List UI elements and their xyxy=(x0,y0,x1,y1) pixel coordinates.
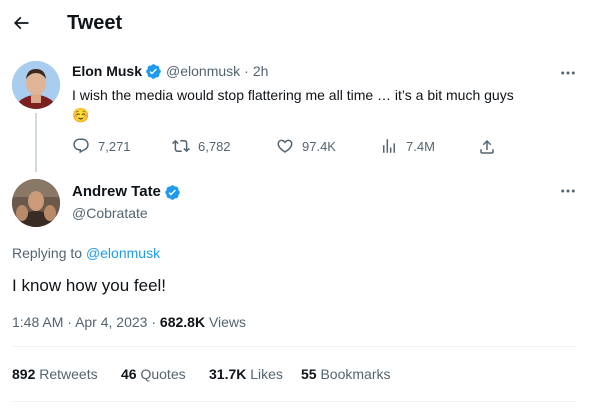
replying-to-label: Replying to xyxy=(12,245,83,261)
retweet-button[interactable]: 6,782 xyxy=(172,137,231,155)
bookmarks-label: Bookmarks xyxy=(320,366,391,382)
retweets-count: 892 xyxy=(12,366,36,382)
parent-more-button[interactable] xyxy=(556,64,580,82)
like-button[interactable]: 97.4K xyxy=(276,137,336,155)
verified-badge-icon xyxy=(164,184,181,201)
main-tweet-text: I know how you feel! xyxy=(12,276,167,295)
quotes-count: 46 xyxy=(121,366,137,382)
view-count: 7.4M xyxy=(406,138,435,154)
arrow-left-icon xyxy=(13,16,29,30)
verified-badge-icon xyxy=(145,63,162,80)
reply-button[interactable]: 7,271 xyxy=(72,137,131,155)
share-icon xyxy=(480,139,494,154)
views-separator: · xyxy=(151,314,157,330)
parent-author-row: Elon Musk @elonmusk · 2h xyxy=(72,62,268,80)
main-more-button[interactable] xyxy=(556,182,580,200)
likes-label: Likes xyxy=(250,366,283,382)
date-separator: · xyxy=(67,314,72,330)
back-button[interactable] xyxy=(6,8,36,38)
parent-author-name[interactable]: Elon Musk xyxy=(72,62,142,80)
replying-to-handle[interactable]: @elonmusk xyxy=(86,245,160,261)
parent-separator: · xyxy=(244,63,249,79)
reply-icon xyxy=(73,138,89,154)
share-button[interactable] xyxy=(477,137,497,157)
quotes-label: Quotes xyxy=(140,366,186,382)
replying-to: Replying to @elonmusk xyxy=(12,244,160,262)
heart-icon xyxy=(277,139,293,153)
likes-stat[interactable]: 31.7K Likes xyxy=(209,366,283,382)
bookmarks-count: 55 xyxy=(301,366,317,382)
main-handle[interactable]: @Cobratate xyxy=(72,204,148,222)
analytics-icon xyxy=(383,139,395,153)
retweets-stat[interactable]: 892 Retweets xyxy=(12,366,98,382)
smiling-face-emoji: ☺️ xyxy=(72,107,90,123)
main-author-name[interactable]: Andrew Tate xyxy=(72,183,161,201)
quotes-stat[interactable]: 46 Quotes xyxy=(121,366,186,382)
parent-avatar[interactable] xyxy=(12,61,60,109)
main-author-row: Andrew Tate xyxy=(72,183,181,201)
parent-time[interactable]: 2h xyxy=(253,62,269,80)
more-horizontal-icon xyxy=(561,189,575,193)
tweet-date[interactable]: Apr 4, 2023 xyxy=(75,314,147,330)
reply-count: 7,271 xyxy=(98,138,131,154)
likes-count: 31.7K xyxy=(209,366,247,382)
thread-line xyxy=(35,113,37,172)
retweet-icon xyxy=(172,139,190,153)
divider-top xyxy=(12,346,576,347)
tweet-meta: 1:48 AM · Apr 4, 2023 · 682.8K Views xyxy=(12,313,246,331)
like-count: 97.4K xyxy=(302,138,336,154)
bookmarks-stat[interactable]: 55 Bookmarks xyxy=(301,366,391,382)
retweet-count: 6,782 xyxy=(198,138,231,154)
parent-handle[interactable]: @elonmusk xyxy=(166,62,240,80)
views-label: Views xyxy=(208,314,247,330)
main-avatar[interactable] xyxy=(12,179,60,227)
parent-text: I wish the media would stop flattering m… xyxy=(72,87,514,103)
more-horizontal-icon xyxy=(561,71,575,75)
divider-bottom xyxy=(12,401,576,402)
views-button[interactable]: 7.4M xyxy=(380,137,435,155)
tweet-time[interactable]: 1:48 AM xyxy=(12,314,63,330)
views-count: 682.8K xyxy=(159,314,206,330)
page-title: Tweet xyxy=(67,12,123,34)
retweets-label: Retweets xyxy=(39,366,98,382)
parent-tweet-text: I wish the media would stop flattering m… xyxy=(72,85,572,125)
